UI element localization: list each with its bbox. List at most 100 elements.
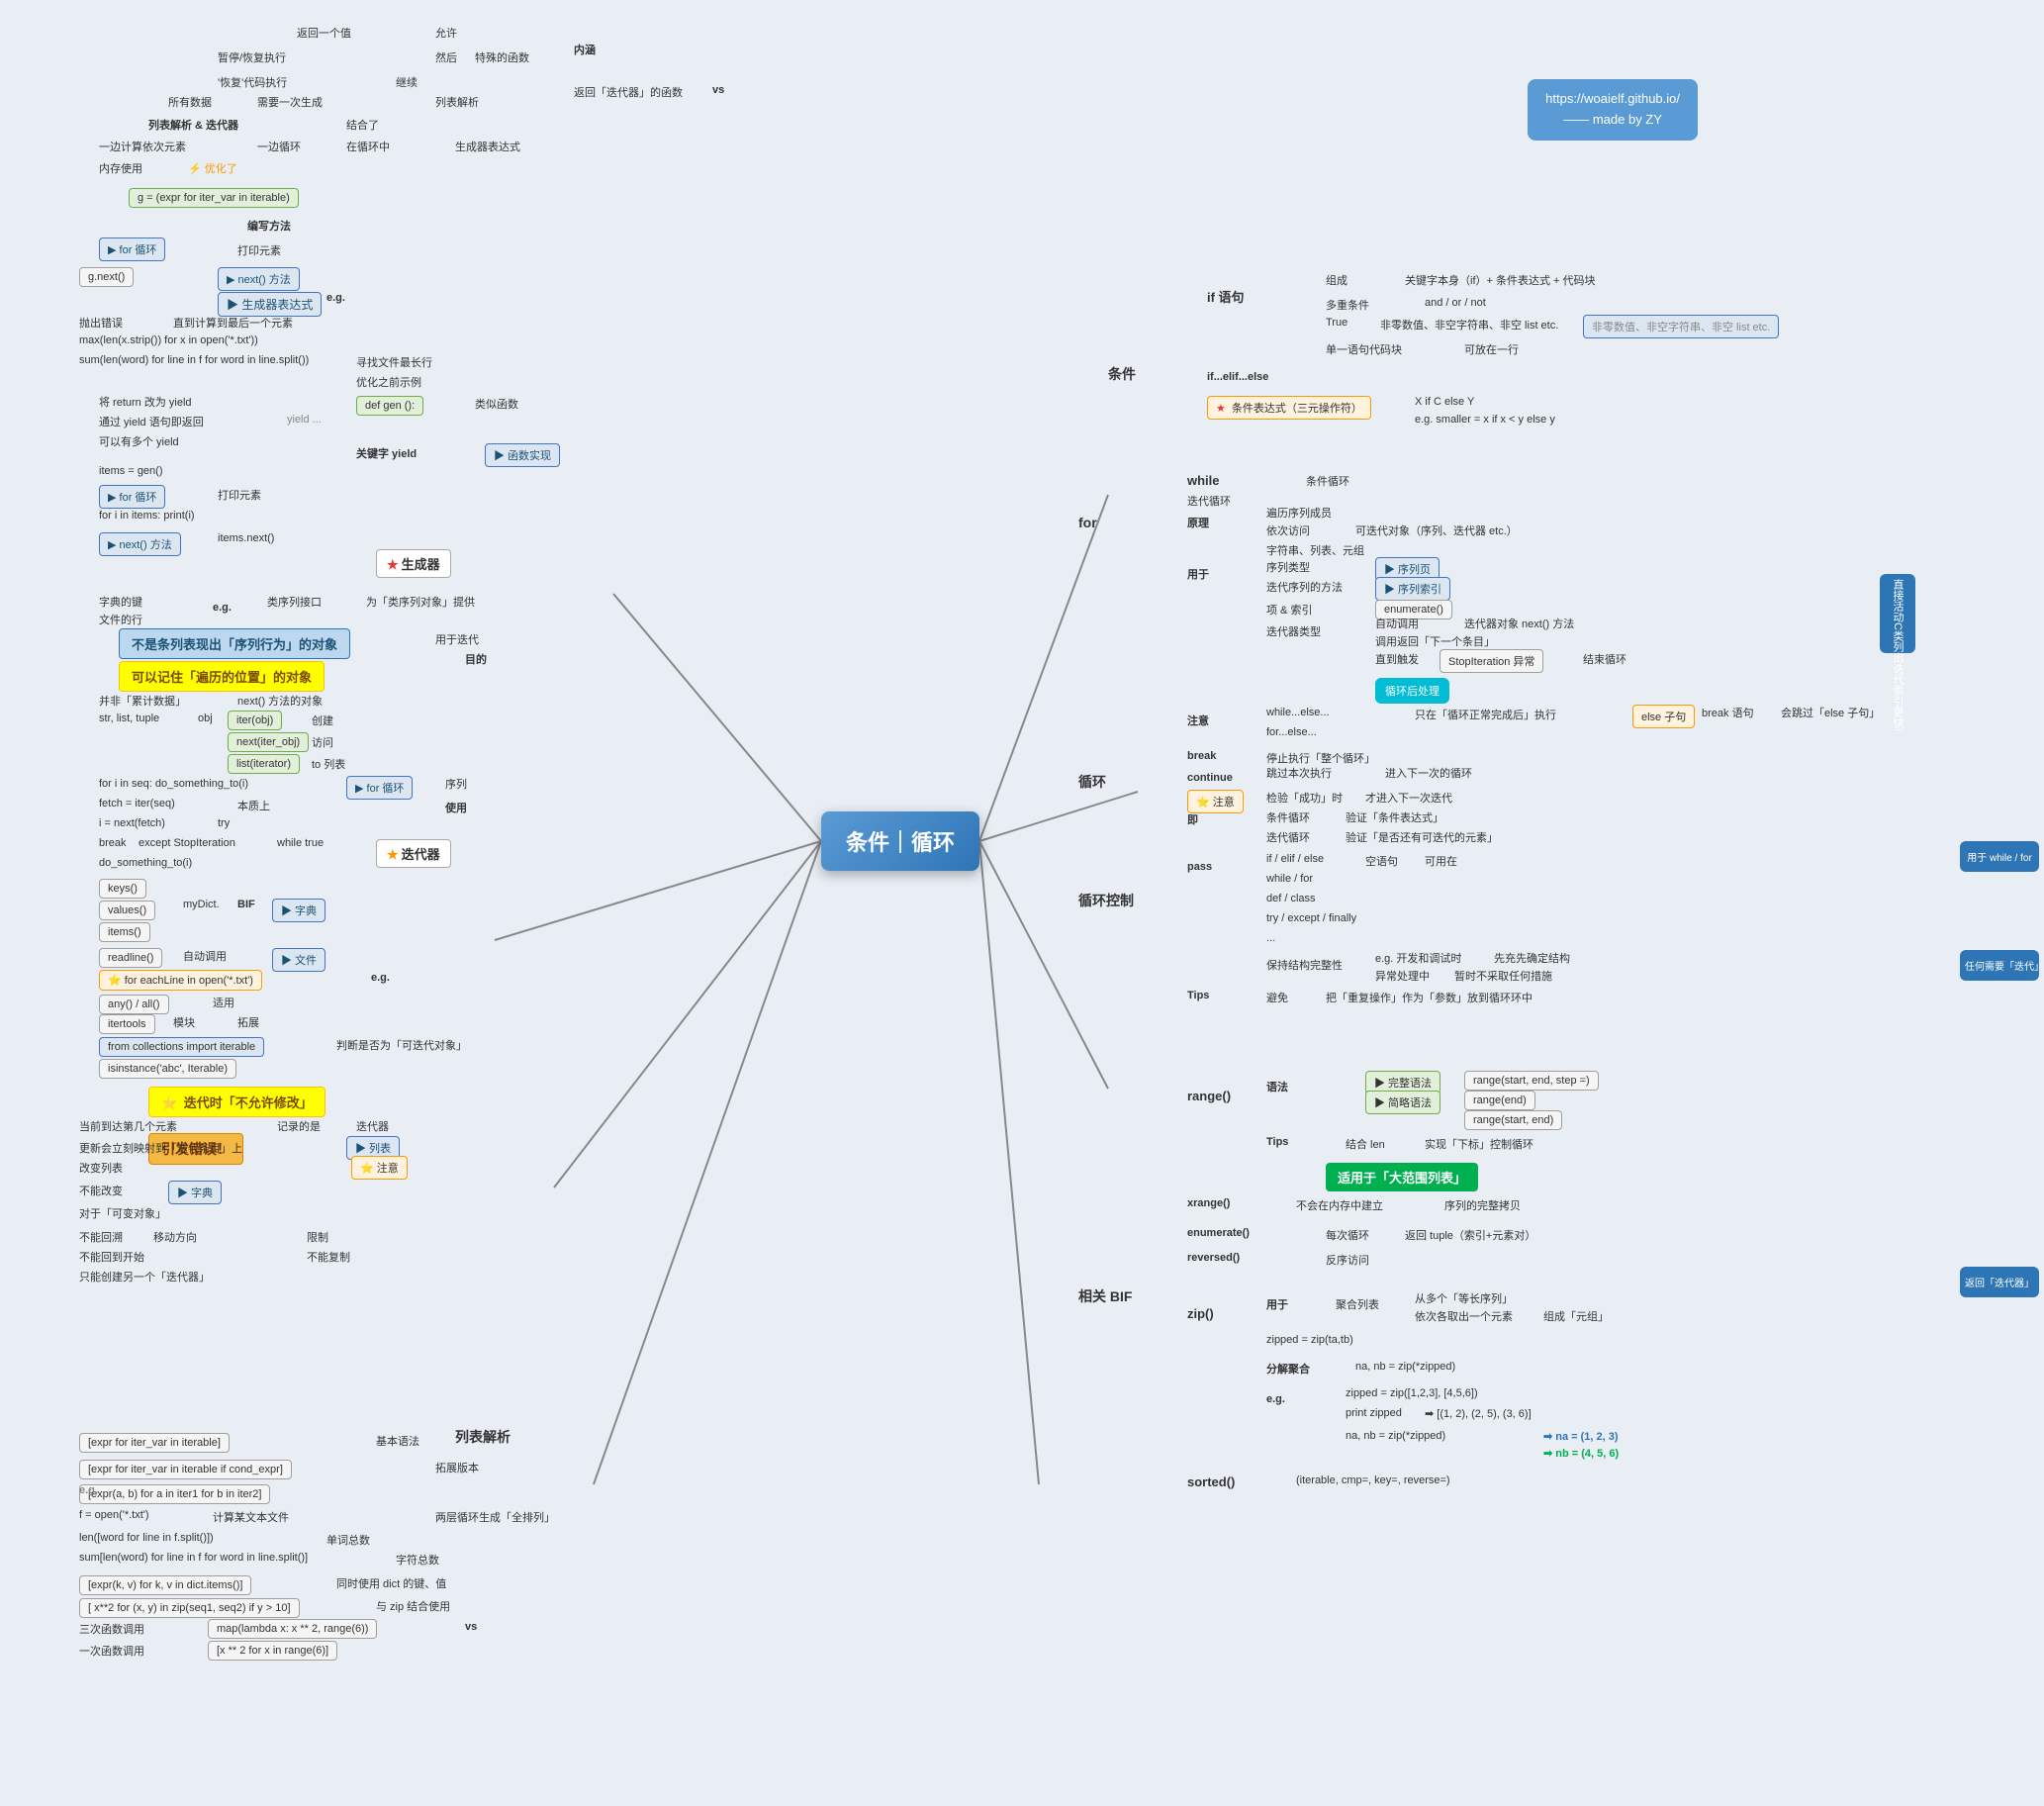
- lbl-shifou-kediedai: 验证「是否还有可迭代的元素」: [1346, 829, 1498, 845]
- lbl-zip: zip(): [1187, 1306, 1214, 1321]
- lbl-xuyaoyicishengcheng: 需要一次生成: [257, 94, 323, 110]
- lbl-lianghuan-shenche: 两层循环生成「全排列」: [435, 1509, 555, 1525]
- lbl-enumerate: enumerate(): [1187, 1227, 1250, 1239]
- lbl-eg-kaifa: e.g. 开发和调试时: [1375, 950, 1461, 966]
- node-cond-expr: [expr for iter_var in iterable if cond_e…: [79, 1460, 292, 1479]
- lbl-print-zipped: print zipped: [1346, 1407, 1402, 1419]
- lbl-break-yufa: break 语句: [1702, 705, 1754, 720]
- section-list-comp: 列表解析: [455, 1427, 511, 1447]
- node-zidian2: ▶ 字典: [168, 1181, 222, 1204]
- lbl-yanzheng-tiaojian: 验证「条件表达式」: [1346, 809, 1443, 825]
- node-zhuyiqi: ⭐ 注意: [351, 1156, 408, 1180]
- lbl-zhijie-jisuan: 直到计算到最后一个元素: [173, 315, 293, 331]
- lbl-congduo: 从多个「等长序列」: [1415, 1290, 1513, 1306]
- lbl-keyizaiyihang: 可放在一行: [1464, 341, 1519, 357]
- lbl-sorted: sorted(): [1187, 1474, 1235, 1489]
- info-box: https://woaielf.github.io/ —— made by ZY: [1528, 79, 1698, 141]
- lbl-while-else: while...else...: [1266, 707, 1330, 718]
- lbl-pass: pass: [1187, 861, 1212, 873]
- lbl-diedai-xunhuan: 迭代循环: [1187, 493, 1231, 509]
- node-range-simple: ▶ 简略语法: [1365, 1091, 1440, 1114]
- lbl-for-items-print: for i in items: print(i): [99, 510, 195, 522]
- lbl-fujian: '恢复'代码执行: [218, 74, 287, 90]
- lbl-bucunzai: 不会在内存中建立: [1296, 1197, 1383, 1213]
- lbl-tiaojian-xunhuan: 条件循环: [1306, 473, 1349, 489]
- lbl-weishuxulie: 为「类序列对象」提供: [366, 594, 475, 610]
- node-isinstance: isinstance('abc', Iterable): [99, 1059, 236, 1079]
- lbl-zipped-result: ➡ [(1, 2), (2, 5), (3, 6)]: [1425, 1407, 1532, 1420]
- lbl-xianzhi: 限制: [307, 1229, 328, 1245]
- lbl-yidong: 移动方向: [153, 1229, 197, 1245]
- lbl-zhijiedaozhi: 直到触发: [1375, 651, 1419, 667]
- node-not-list: 不是条列表现出「序列行为」的对象: [119, 628, 350, 659]
- section-loop-ctrl: 循环控制: [1078, 891, 1134, 910]
- lbl-ellipsis: ...: [1266, 932, 1275, 944]
- lbl-zucheng: 组成: [1326, 272, 1347, 288]
- lbl-tuozhan: 拓展: [237, 1014, 259, 1030]
- node-hanshu-shixian: ▶ 函数实现: [485, 443, 560, 467]
- lbl-tongsbishiyong: 同时使用 dict 的键、值: [336, 1575, 446, 1591]
- section-loop: 循环: [1078, 772, 1106, 792]
- lbl-diedaiquan: 迭代循环: [1266, 829, 1310, 845]
- lbl-zipped: zipped = zip(ta,tb): [1266, 1334, 1353, 1346]
- lbl-f-open: f = open('*.txt'): [79, 1509, 149, 1521]
- lbl-duiyu: 对于「可变对象」: [79, 1205, 166, 1221]
- lbl-vs: vs: [712, 84, 724, 96]
- lbl-ji: 即: [1187, 811, 1198, 827]
- lbl-liebiaojiexi: 列表解析: [435, 94, 479, 110]
- lbl-zucheng-yuanzu: 组成「元组」: [1543, 1308, 1609, 1324]
- lbl-caijin: 才进入下一次迭代: [1365, 790, 1452, 806]
- callout-loop-after: 循环后处理: [1375, 678, 1449, 704]
- lbl-jiang-return: 将 return 改为 yield: [99, 394, 192, 410]
- lbl-smaller: e.g. smaller = x if x < y else y: [1415, 414, 1555, 426]
- lbl-tiaojian-biaodalv: 条件循环: [1266, 809, 1310, 825]
- lbl-shiyong: 使用: [445, 800, 467, 815]
- node-for-loop-gen: ▶ for 循环: [99, 238, 165, 261]
- lbl-jisuan-wenbenjuanshu: 计算某文本文件: [213, 1509, 289, 1525]
- lbl-yunxu: 允许: [435, 25, 457, 41]
- lbl-jixu: 继续: [396, 74, 418, 90]
- lbl-jianzheng: 检验「成功」时: [1266, 790, 1343, 806]
- lbl-daoxi-jixu: 跳过本次执行: [1266, 765, 1332, 781]
- lbl-sum-len: sum(len(word) for line in f for word in …: [79, 354, 309, 366]
- lbl-youhua: ⚡ 优化了: [188, 160, 237, 176]
- lbl-yield-label: yield ...: [287, 414, 322, 426]
- lbl-eg5: e.g.: [1266, 1393, 1285, 1405]
- node-range-start-end: range(start, end): [1464, 1110, 1562, 1130]
- node-any-all: any() / all(): [99, 995, 169, 1014]
- lbl-fetch: fetch = iter(seq): [99, 798, 175, 809]
- node-x-range: [x ** 2 for x in range(6)]: [208, 1641, 337, 1661]
- lbl-while-for: while / for: [1266, 873, 1313, 885]
- lbl-xianyin: 先充先确定结构: [1494, 950, 1570, 966]
- lbl-bianli-chengyuan: 遍历序列成员: [1266, 505, 1332, 521]
- lbl-tedin: 特殊的函数: [475, 49, 529, 65]
- lbl-guanjianzi-yield: 关键字 yield: [356, 445, 417, 461]
- lbl-keyizaiyong: 可用在: [1425, 853, 1457, 869]
- lbl-suoyoushu: 所有数据: [168, 94, 212, 110]
- node-gen-expr-label: ▶ 生成器表达式: [218, 292, 322, 317]
- lbl-tongguo-yield: 通过 yield 语句即返回: [99, 414, 204, 429]
- lbl-jieshu-xunhuan: 结束循环: [1583, 651, 1626, 667]
- lbl-jiehele2: 结合 len: [1346, 1136, 1385, 1152]
- node-itertools: itertools: [99, 1014, 155, 1034]
- lbl-yufa: 语法: [1266, 1079, 1288, 1094]
- lbl-next0-duixiang: next() 方法的对象: [237, 693, 323, 709]
- lbl-duochong: 多重条件: [1326, 297, 1369, 313]
- lbl-jiluде: 记录的是: [277, 1118, 321, 1134]
- lbl-yici-map: 一次函数调用: [79, 1643, 144, 1659]
- info-url: https://woaielf.github.io/: [1545, 89, 1680, 110]
- lbl-true-label: True: [1326, 317, 1347, 329]
- lbl-BIF: BIF: [237, 899, 255, 910]
- lbl-diedaіqi: 迭代器: [356, 1118, 389, 1134]
- node-feiling: 非零数值、非空字符串、非空 list etc.: [1583, 315, 1779, 338]
- lbl-shixian-xia: 实现「下标」控制循环: [1425, 1136, 1533, 1152]
- lbl-xrange: xrange(): [1187, 1197, 1230, 1209]
- lbl-youhua-zhi: 优化之前示例: [356, 374, 421, 390]
- lbl-xuliegleixing: 序列类型: [1266, 559, 1310, 575]
- lbl-yibian-xunhuan: 一边循环: [257, 139, 301, 154]
- lbl-zuida-hang: 寻找文件最长行: [356, 354, 432, 370]
- lbl-bunneng-huigui: 不能回溯: [79, 1229, 123, 1245]
- lbl-ba-chongfuds: 把「重复操作」作为「参数」放到循环环中: [1326, 990, 1533, 1005]
- node-xulie-suo: ▶ 序列索引: [1375, 577, 1450, 601]
- lbl-feilingdian: 非零数值、非空字符串、非空 list etc.: [1380, 317, 1558, 333]
